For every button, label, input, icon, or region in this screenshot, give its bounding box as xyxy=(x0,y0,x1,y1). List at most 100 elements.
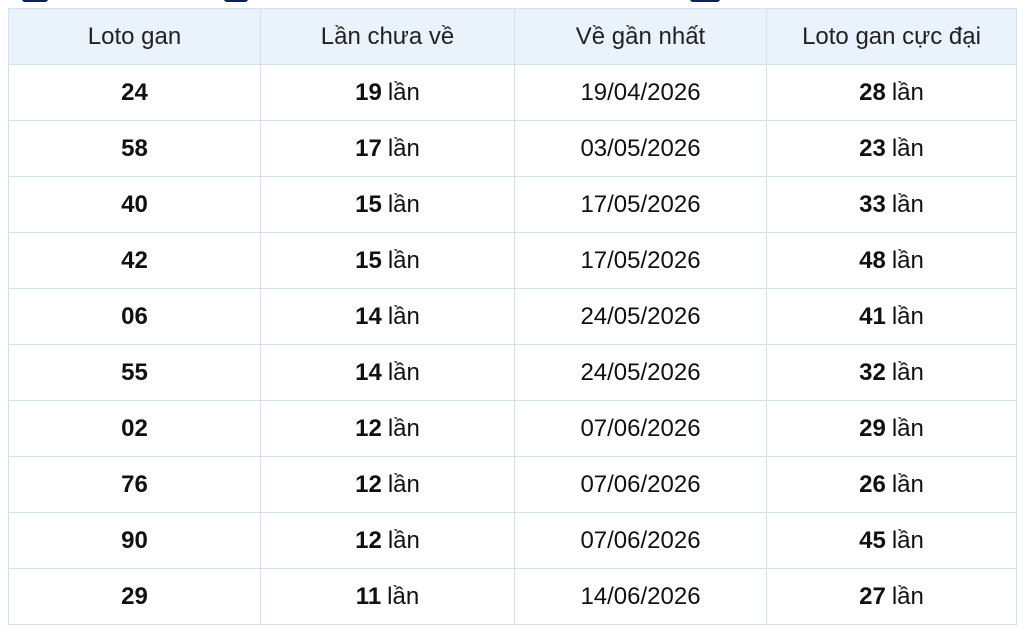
last-seen-date-link[interactable]: 19/04/2026 xyxy=(514,64,767,121)
table-body: 24 19 lần 19/04/2026 28 lần 58 17 lần 03/05/2026 2… xyxy=(8,64,1017,625)
loto-number: 29 xyxy=(8,568,261,625)
max-gap-value: 29 xyxy=(859,414,886,442)
absent-count-value: 14 xyxy=(355,358,382,386)
header-last-seen: Về gần nhất xyxy=(514,8,767,65)
absent-count-unit: lần xyxy=(387,358,420,386)
max-gap-cell: 33 lần xyxy=(766,176,1017,233)
max-gap-value: 32 xyxy=(859,358,886,386)
max-gap-cell: 29 lần xyxy=(766,400,1017,457)
loto-number: 55 xyxy=(8,344,261,401)
max-gap-cell: 48 lần xyxy=(766,232,1017,289)
last-seen-date-link[interactable]: 17/05/2026 xyxy=(514,176,767,233)
loto-number: 24 xyxy=(8,64,261,121)
table-header-row: Loto gan Lần chưa về Về gần nhất Loto ga… xyxy=(8,8,1017,65)
max-gap-value: 48 xyxy=(859,246,886,274)
table-row: 29 11 lần 14/06/2026 27 lần xyxy=(8,568,1017,625)
max-gap-unit: lần xyxy=(891,302,924,330)
absent-count-unit: lần xyxy=(387,526,420,554)
loto-number: 90 xyxy=(8,512,261,569)
absent-count-value: 12 xyxy=(355,526,382,554)
table-row: 90 12 lần 07/06/2026 45 lần xyxy=(8,512,1017,569)
absent-count-cell: 12 lần xyxy=(260,512,515,569)
absent-count-value: 19 xyxy=(355,78,382,106)
absent-count-unit: lần xyxy=(387,246,420,274)
last-seen-date-link[interactable]: 07/06/2026 xyxy=(514,400,767,457)
table-row: 24 19 lần 19/04/2026 28 lần xyxy=(8,64,1017,121)
absent-count-value: 15 xyxy=(355,246,382,274)
absent-count-value: 14 xyxy=(355,302,382,330)
clipped-title-glyph xyxy=(224,0,248,2)
max-gap-value: 28 xyxy=(859,78,886,106)
clipped-title-glyph xyxy=(22,0,48,2)
table-row: 58 17 lần 03/05/2026 23 lần xyxy=(8,120,1017,177)
max-gap-value: 45 xyxy=(859,526,886,554)
absent-count-cell: 15 lần xyxy=(260,176,515,233)
absent-count-unit: lần xyxy=(387,78,420,106)
max-gap-unit: lần xyxy=(891,190,924,218)
absent-count-unit: lần xyxy=(387,134,420,162)
max-gap-cell: 23 lần xyxy=(766,120,1017,177)
absent-count-cell: 12 lần xyxy=(260,400,515,457)
max-gap-cell: 32 lần xyxy=(766,344,1017,401)
table-row: 55 14 lần 24/05/2026 32 lần xyxy=(8,344,1017,401)
absent-count-cell: 19 lần xyxy=(260,64,515,121)
absent-count-unit: lần xyxy=(387,190,420,218)
absent-count-cell: 14 lần xyxy=(260,288,515,345)
last-seen-date-link[interactable]: 07/06/2026 xyxy=(514,456,767,513)
loto-number: 06 xyxy=(8,288,261,345)
max-gap-unit: lần xyxy=(891,358,924,386)
last-seen-date-link[interactable]: 17/05/2026 xyxy=(514,232,767,289)
max-gap-cell: 45 lần xyxy=(766,512,1017,569)
header-loto-gan: Loto gan xyxy=(8,8,261,65)
max-gap-cell: 28 lần xyxy=(766,64,1017,121)
absent-count-value: 12 xyxy=(355,470,382,498)
absent-count-unit: lần xyxy=(387,414,420,442)
last-seen-date-link[interactable]: 24/05/2026 xyxy=(514,288,767,345)
max-gap-unit: lần xyxy=(891,78,924,106)
last-seen-date-link[interactable]: 07/06/2026 xyxy=(514,512,767,569)
absent-count-cell: 12 lần xyxy=(260,456,515,513)
max-gap-unit: lần xyxy=(891,134,924,162)
loto-number: 40 xyxy=(8,176,261,233)
clipped-title-strip xyxy=(0,0,1024,8)
table-row: 40 15 lần 17/05/2026 33 lần xyxy=(8,176,1017,233)
absent-count-unit: lần xyxy=(387,470,420,498)
absent-count-unit: lần xyxy=(387,582,420,610)
clipped-title-glyph xyxy=(690,0,720,2)
table-row: 06 14 lần 24/05/2026 41 lần xyxy=(8,288,1017,345)
max-gap-cell: 41 lần xyxy=(766,288,1017,345)
max-gap-value: 27 xyxy=(859,582,886,610)
max-gap-unit: lần xyxy=(891,526,924,554)
max-gap-unit: lần xyxy=(891,246,924,274)
absent-count-cell: 14 lần xyxy=(260,344,515,401)
absent-count-cell: 17 lần xyxy=(260,120,515,177)
last-seen-date-link[interactable]: 14/06/2026 xyxy=(514,568,767,625)
max-gap-unit: lần xyxy=(891,414,924,442)
loto-number: 58 xyxy=(8,120,261,177)
table-row: 76 12 lần 07/06/2026 26 lần xyxy=(8,456,1017,513)
last-seen-date-link[interactable]: 24/05/2026 xyxy=(514,344,767,401)
absent-count-unit: lần xyxy=(387,302,420,330)
absent-count-value: 17 xyxy=(355,134,382,162)
absent-count-value: 11 xyxy=(355,582,382,610)
max-gap-unit: lần xyxy=(891,470,924,498)
max-gap-value: 33 xyxy=(859,190,886,218)
table-row: 42 15 lần 17/05/2026 48 lần xyxy=(8,232,1017,289)
header-absent-count: Lần chưa về xyxy=(260,8,515,65)
loto-number: 76 xyxy=(8,456,261,513)
max-gap-cell: 27 lần xyxy=(766,568,1017,625)
loto-number: 42 xyxy=(8,232,261,289)
max-gap-value: 41 xyxy=(859,302,886,330)
header-max-gap: Loto gan cực đại xyxy=(766,8,1017,65)
loto-number: 02 xyxy=(8,400,261,457)
absent-count-value: 12 xyxy=(355,414,382,442)
max-gap-cell: 26 lần xyxy=(766,456,1017,513)
max-gap-value: 26 xyxy=(859,470,886,498)
loto-gan-table: Loto gan Lần chưa về Về gần nhất Loto ga… xyxy=(8,8,1017,625)
table-row: 02 12 lần 07/06/2026 29 lần xyxy=(8,400,1017,457)
absent-count-cell: 11 lần xyxy=(260,568,515,625)
absent-count-cell: 15 lần xyxy=(260,232,515,289)
max-gap-value: 23 xyxy=(859,134,886,162)
last-seen-date-link[interactable]: 03/05/2026 xyxy=(514,120,767,177)
absent-count-value: 15 xyxy=(355,190,382,218)
